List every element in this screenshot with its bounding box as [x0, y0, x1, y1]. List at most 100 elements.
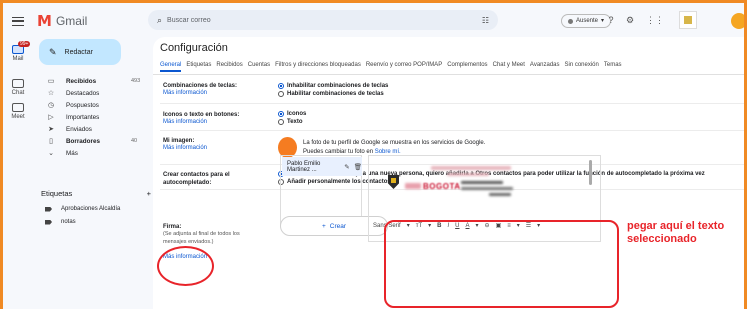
- sidebar-item-label: Enviados: [66, 125, 92, 133]
- sidebar-item-count: 40: [131, 138, 138, 144]
- chat-icon: [12, 79, 24, 88]
- gmail-wordmark: Gmail: [55, 14, 88, 28]
- status-dropdown[interactable]: Ausente ▾: [561, 14, 612, 28]
- sidebar-item-important[interactable]: ▷ Importantes: [33, 111, 153, 123]
- shortcuts-off-option[interactable]: Inhabilitar combinaciones de teclas: [278, 83, 388, 89]
- chevron-down-icon: ▾: [601, 18, 605, 24]
- shortcuts-on-option[interactable]: Habilitar combinaciones de teclas: [278, 91, 384, 97]
- tab-addons[interactable]: Complementos: [447, 62, 487, 72]
- create-label: Crear: [329, 222, 347, 230]
- tab-filters[interactable]: Filtros y direcciones bloqueadas: [275, 62, 361, 72]
- gmail-logo[interactable]: M Gmail: [37, 12, 87, 30]
- tab-chat-meet[interactable]: Chat y Meet: [493, 62, 525, 72]
- star-icon: ☆: [47, 90, 55, 97]
- label-tag-icon: [45, 219, 52, 225]
- tab-offline[interactable]: Sin conexión: [565, 62, 599, 72]
- delete-icon[interactable]: 🗑: [354, 163, 362, 171]
- settings-tabs: General Etiquetas Recibidos Cuentas Filt…: [160, 62, 622, 72]
- rail-meet-label: Meet: [11, 114, 25, 120]
- picture-info: La foto de tu perfil de Google se muestr…: [303, 140, 486, 146]
- tab-advanced[interactable]: Avanzadas: [530, 62, 560, 72]
- help-icon[interactable]: ?: [605, 14, 617, 26]
- clock-icon: ◷: [47, 102, 55, 109]
- draft-icon: ▯: [49, 138, 53, 145]
- signature-note: (Se adjunta al final de todos los mensaj…: [163, 231, 240, 245]
- gmail-m-icon: M: [37, 12, 52, 30]
- signature-detail-line: [489, 193, 511, 196]
- tab-themes[interactable]: Temas: [604, 62, 622, 72]
- app-rail: 99+ Mail Chat Meet: [3, 3, 33, 309]
- add-label-icon[interactable]: +: [147, 189, 151, 198]
- main-menu-icon[interactable]: [12, 17, 24, 26]
- tab-general[interactable]: General: [160, 62, 182, 72]
- search-icon[interactable]: ⌕: [157, 15, 162, 26]
- more-info-link[interactable]: Más información: [163, 145, 207, 151]
- labels-title: Etiquetas: [41, 189, 73, 198]
- signature-title-line: [447, 173, 489, 176]
- sidebar-item-starred[interactable]: ☆ Destacados: [33, 87, 153, 99]
- signature-detail-line: [461, 187, 513, 190]
- sidebar-item-more[interactable]: ⌄ Más: [33, 147, 153, 159]
- sidebar-item-inbox[interactable]: ▭ Recibidos 493: [33, 75, 153, 87]
- pencil-icon: ✎: [49, 46, 57, 57]
- radio-icon[interactable]: [278, 91, 284, 97]
- compose-label: Redactar: [64, 48, 93, 56]
- sidebar-item-count: 493: [131, 78, 141, 84]
- coat-of-arms-icon: [388, 175, 399, 189]
- contacts-label: Crear contactos para el autocompletado:: [163, 172, 230, 186]
- important-icon: ▷: [48, 114, 54, 121]
- signature-item[interactable]: Pablo Emilio Martinez ... ✎ 🗑: [282, 157, 362, 176]
- plus-icon: +: [321, 222, 326, 230]
- search-options-icon[interactable]: ☷: [482, 16, 489, 25]
- apps-grid-icon[interactable]: ⋮⋮: [646, 14, 664, 26]
- sidebar-item-sent[interactable]: ➤ Enviados: [33, 123, 153, 135]
- rail-chat-label: Chat: [11, 90, 25, 96]
- label-name: Aprobaciones Alcaldía: [61, 206, 121, 212]
- label-item[interactable]: notas: [45, 219, 76, 225]
- option-label: Texto: [287, 119, 303, 125]
- more-info-link[interactable]: Más información: [163, 119, 207, 125]
- signature-list: Pablo Emilio Martinez ... ✎ 🗑: [280, 155, 362, 225]
- text-option[interactable]: Texto: [278, 119, 303, 125]
- tab-accounts[interactable]: Cuentas: [248, 62, 270, 72]
- status-label: Ausente: [576, 18, 599, 24]
- shortcuts-label: Combinaciones de teclas:: [163, 83, 238, 89]
- rail-meet[interactable]: Meet: [3, 103, 33, 120]
- tab-inbox[interactable]: Recibidos: [216, 62, 242, 72]
- labels-header: Etiquetas +: [41, 189, 151, 198]
- more-info-link[interactable]: Más información: [163, 90, 207, 96]
- tab-forwarding[interactable]: Reenvío y correo POP/IMAP: [366, 62, 442, 72]
- sidebar-item-label: Importantes: [66, 113, 100, 121]
- annotation-note: pegar aquí el texto seleccionado: [627, 220, 725, 245]
- radio-icon[interactable]: [278, 119, 284, 125]
- rail-chat[interactable]: Chat: [3, 79, 33, 96]
- sidebar-item-snoozed[interactable]: ◷ Pospuestos: [33, 99, 153, 111]
- my-picture-label: Mi imagen:: [163, 138, 195, 144]
- sidebar-item-drafts[interactable]: ▯ Borradores 40: [33, 135, 153, 147]
- label-name: notas: [61, 219, 76, 225]
- radio-selected-icon[interactable]: [278, 111, 284, 117]
- search-bar[interactable]: ⌕ Buscar correo ☷: [148, 10, 498, 30]
- status-dot-icon: [568, 18, 573, 24]
- sidebar-item-label: Recibidos: [66, 77, 97, 85]
- sidebar-item-label: Más: [66, 149, 78, 157]
- signature-name-line: [431, 166, 511, 170]
- edit-icon[interactable]: ✎: [344, 163, 349, 171]
- icons-option[interactable]: Iconos: [278, 111, 306, 117]
- scrollbar[interactable]: [589, 160, 592, 185]
- organization-logo[interactable]: [679, 11, 697, 29]
- search-input[interactable]: Buscar correo: [167, 17, 482, 24]
- radio-selected-icon[interactable]: [278, 83, 284, 89]
- sidebar-item-label: Destacados: [66, 89, 100, 97]
- option-label: Inhabilitar combinaciones de teclas: [287, 83, 389, 89]
- label-item[interactable]: Aprobaciones Alcaldía: [45, 206, 120, 212]
- page-title: Configuración: [160, 42, 228, 54]
- sidebar-item-label: Borradores: [66, 137, 100, 145]
- gear-icon[interactable]: ⚙: [624, 14, 636, 26]
- row-divider: [160, 103, 744, 104]
- tab-labels[interactable]: Etiquetas: [186, 62, 211, 72]
- annotation-circle: [157, 246, 214, 286]
- compose-button[interactable]: ✎ Redactar: [39, 39, 121, 65]
- rail-mail[interactable]: 99+ Mail: [3, 41, 33, 62]
- avatar[interactable]: [731, 13, 744, 29]
